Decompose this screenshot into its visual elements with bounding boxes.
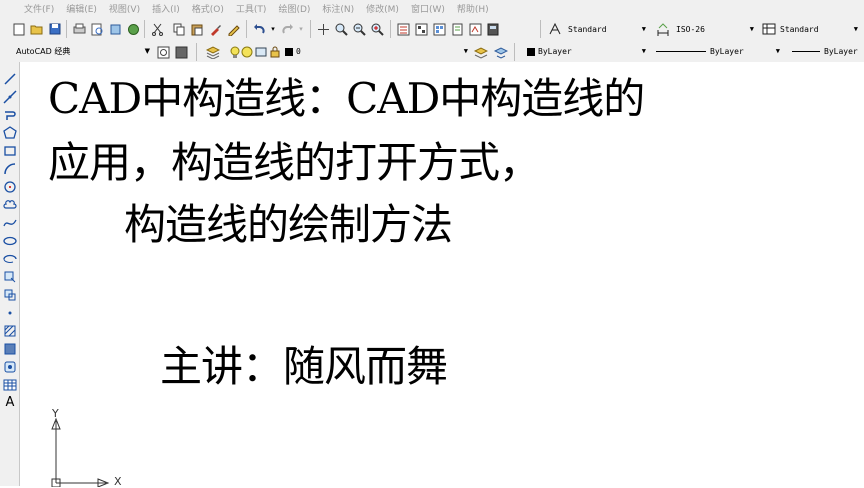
lineweight-select[interactable]: ByLayer: [790, 44, 864, 59]
sheet-set-icon[interactable]: [450, 22, 464, 36]
block-editor-icon[interactable]: [226, 22, 240, 36]
linetype-sample: [656, 51, 706, 52]
layer-freeze-icon[interactable]: [240, 45, 254, 59]
revision-cloud-icon[interactable]: [3, 198, 17, 212]
hatch-icon[interactable]: [3, 324, 17, 338]
text-style-select[interactable]: Standard ▼: [568, 22, 648, 37]
linetype-select[interactable]: ByLayer ▼: [654, 44, 782, 59]
match-properties-icon[interactable]: [208, 22, 222, 36]
ucs-icon: Y X: [44, 407, 134, 488]
zoom-previous-icon[interactable]: [370, 22, 384, 36]
zoom-realtime-icon[interactable]: [334, 22, 348, 36]
region-icon[interactable]: [3, 360, 17, 374]
design-center-icon[interactable]: [414, 22, 428, 36]
markup-set-icon[interactable]: [468, 22, 482, 36]
menu-help[interactable]: 帮助(H): [451, 2, 495, 15]
line-icon[interactable]: [3, 72, 17, 86]
print-icon[interactable]: [72, 22, 86, 36]
workspace-select[interactable]: AutoCAD 经典 ▼: [16, 44, 152, 59]
chevron-down-icon: ▼: [853, 25, 858, 33]
menu-window[interactable]: 窗口(W): [405, 2, 451, 15]
ucs-x-label: X: [114, 475, 122, 488]
color-swatch-icon: [524, 45, 538, 59]
copy-icon[interactable]: [172, 22, 186, 36]
menu-file[interactable]: 文件(F): [0, 2, 60, 15]
menu-view[interactable]: 视图(V): [103, 2, 146, 15]
rectangle-icon[interactable]: [3, 144, 17, 158]
table-style-icon[interactable]: [762, 22, 776, 36]
properties-toolbar: AutoCAD 经典 ▼ 0 ▼ ByLayer ▼ ByLayer ▼ ByLayer: [0, 42, 864, 63]
menu-edit[interactable]: 编辑(E): [60, 2, 103, 15]
standard-toolbar: ▾ ▾ Standard ▼ ISO-26 ▼ Standard ▼: [0, 16, 864, 43]
drawing-canvas[interactable]: CAD中构造线：CAD中构造线的 应用，构造线的打开方式， 构造线的绘制方法 主…: [20, 62, 864, 488]
make-block-icon[interactable]: [3, 288, 17, 302]
layer-color-icon[interactable]: [282, 45, 296, 59]
circle-icon[interactable]: [3, 180, 17, 194]
open-file-icon[interactable]: [30, 22, 44, 36]
paste-icon[interactable]: [190, 22, 204, 36]
menu-insert[interactable]: 插入(I): [146, 2, 186, 15]
new-file-icon[interactable]: [12, 22, 26, 36]
layer-manager-icon[interactable]: [206, 45, 220, 59]
layer-select[interactable]: 0 ▼: [296, 44, 470, 59]
chevron-down-icon: ▼: [144, 47, 150, 55]
chevron-down-icon: ▼: [775, 47, 780, 55]
color-select[interactable]: ByLayer ▼: [538, 44, 648, 59]
tool-palettes-icon[interactable]: [432, 22, 446, 36]
menu-format[interactable]: 格式(O): [186, 2, 230, 15]
gradient-icon[interactable]: [3, 342, 17, 356]
menu-bar: 文件(F) 编辑(E) 视图(V) 插入(I) 格式(O) 工具(T) 绘图(D…: [0, 0, 864, 16]
layer-lock-icon[interactable]: [268, 45, 282, 59]
pan-icon[interactable]: [316, 22, 330, 36]
insert-block-icon[interactable]: [3, 270, 17, 284]
polyline-icon[interactable]: [3, 108, 17, 122]
polygon-icon[interactable]: [3, 126, 17, 140]
undo-dropdown-icon[interactable]: ▾: [266, 22, 280, 36]
redo-dropdown-icon[interactable]: ▾: [294, 22, 308, 36]
chevron-down-icon: ▼: [641, 47, 646, 55]
ellipse-icon[interactable]: [3, 234, 17, 248]
menu-draw[interactable]: 绘图(D): [272, 2, 316, 15]
drawing-text-line-2: 应用，构造线的打开方式，: [48, 138, 541, 187]
dimension-style-select[interactable]: ISO-26 ▼: [676, 22, 756, 37]
table-icon[interactable]: [3, 378, 17, 392]
drawing-text-line-4: 主讲：随风而舞: [160, 342, 448, 391]
draw-toolbar: A: [0, 62, 20, 486]
chevron-down-icon: ▼: [749, 25, 754, 33]
arc-icon[interactable]: [3, 162, 17, 176]
table-style-select[interactable]: Standard ▼: [780, 22, 860, 37]
menu-modify[interactable]: 修改(M): [360, 2, 405, 15]
print-preview-icon[interactable]: [90, 22, 104, 36]
drawing-text-line-3: 构造线的绘制方法: [124, 200, 453, 249]
drawing-text-line-1: CAD中构造线：CAD中构造线的: [48, 74, 645, 123]
spline-icon[interactable]: [3, 216, 17, 230]
redo-icon[interactable]: [280, 22, 294, 36]
text-style-icon[interactable]: [548, 22, 562, 36]
publish-icon[interactable]: [108, 22, 122, 36]
layer-previous-icon[interactable]: [494, 45, 508, 59]
properties-icon[interactable]: [396, 22, 410, 36]
save-icon[interactable]: [48, 22, 62, 36]
layer-viewport-icon[interactable]: [254, 45, 268, 59]
lineweight-sample: [792, 51, 820, 52]
point-icon[interactable]: [3, 306, 17, 320]
multiline-text-icon[interactable]: A: [3, 396, 17, 410]
quickcalc-icon[interactable]: [486, 22, 500, 36]
plot-icon[interactable]: [126, 22, 140, 36]
construction-line-icon[interactable]: [3, 90, 17, 104]
make-object-layer-current-icon[interactable]: [474, 45, 488, 59]
ucs-y-label: Y: [52, 407, 59, 420]
dimension-style-icon[interactable]: [656, 22, 670, 36]
zoom-window-icon[interactable]: [352, 22, 366, 36]
chevron-down-icon: ▼: [463, 47, 468, 55]
menu-tools[interactable]: 工具(T): [230, 2, 273, 15]
workspace-settings-icon[interactable]: [156, 45, 170, 59]
chevron-down-icon: ▼: [641, 25, 646, 33]
menu-dimension[interactable]: 标注(N): [316, 2, 360, 15]
undo-icon[interactable]: [252, 22, 266, 36]
cut-icon[interactable]: [150, 22, 164, 36]
ellipse-arc-icon[interactable]: [3, 252, 17, 266]
workspace-save-icon[interactable]: [174, 45, 188, 59]
